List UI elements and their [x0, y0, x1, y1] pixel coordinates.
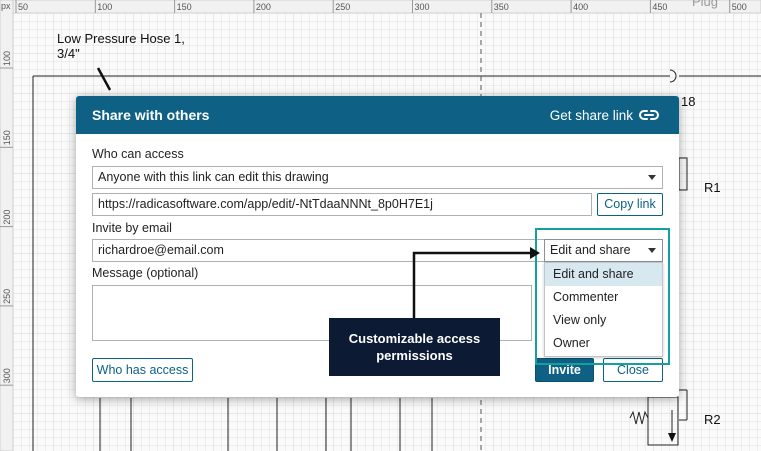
permission-select[interactable]: Edit and share	[544, 239, 663, 262]
invite-by-email-label: Invite by email	[92, 221, 172, 235]
message-label: Message (optional)	[92, 266, 199, 280]
hose-label-line2: 3/4"	[57, 46, 80, 61]
invite-button[interactable]: Invite	[535, 358, 594, 382]
ruler-tick-label: 350	[494, 2, 509, 12]
callout-text-line1: Customizable access	[348, 331, 481, 346]
hose-label-line1: Low Pressure Hose 1,	[57, 31, 185, 46]
label-18: 18	[681, 94, 695, 109]
email-field[interactable]: richardroe@email.com	[92, 239, 547, 262]
permission-option-owner[interactable]: Owner	[545, 332, 662, 355]
dialog-title: Share with others	[92, 107, 210, 123]
who-has-access-button[interactable]: Who has access	[92, 358, 193, 382]
ruler-tick-label: 100	[97, 2, 112, 12]
ruler-unit: px	[1, 1, 11, 11]
permission-option-view-only[interactable]: View only	[545, 309, 662, 332]
ruler-tick-label: 150	[177, 2, 192, 12]
ruler-tick-label: 200	[2, 210, 12, 225]
ruler-tick-label: 300	[415, 2, 430, 12]
permission-select-value: Edit and share	[550, 243, 631, 257]
callout-text-line2: permissions	[376, 348, 453, 363]
ruler-tick-label: 250	[335, 2, 350, 12]
permission-option-edit-and-share[interactable]: Edit and share	[545, 263, 662, 286]
close-button[interactable]: Close	[603, 358, 663, 382]
access-select-value: Anyone with this link can edit this draw…	[98, 170, 329, 184]
share-link-url: https://radicasoftware.com/app/edit/-NtT…	[98, 197, 433, 211]
link-icon	[639, 108, 659, 122]
ruler-tick-label: 200	[256, 2, 271, 12]
ruler-tick-label: 150	[2, 130, 12, 145]
label-plug: Plug	[692, 0, 718, 9]
email-value: richardroe@email.com	[98, 243, 224, 257]
ruler-tick-label: 250	[2, 289, 12, 304]
share-link-field[interactable]: https://radicasoftware.com/app/edit/-NtT…	[92, 193, 592, 216]
dialog-header: Share with others Get share link	[76, 96, 679, 134]
ruler-tick-label: 50	[18, 2, 28, 12]
access-select[interactable]: Anyone with this link can edit this draw…	[92, 166, 663, 189]
callout-box: Customizable access permissions	[329, 318, 500, 376]
permission-dropdown-menu: Edit and share Commenter View only Owner	[544, 262, 663, 357]
get-share-link-label: Get share link	[549, 107, 633, 123]
ruler-tick-label: 300	[2, 368, 12, 383]
label-r1: R1	[704, 180, 721, 195]
permission-option-commenter[interactable]: Commenter	[545, 286, 662, 309]
chevron-down-icon	[648, 175, 656, 180]
ruler-tick-label: 400	[573, 2, 588, 12]
label-r2: R2	[704, 412, 721, 427]
chevron-down-icon	[648, 248, 656, 253]
ruler-tick-label: 450	[652, 2, 667, 12]
ruler-tick-label: 500	[732, 2, 747, 12]
copy-link-button[interactable]: Copy link	[597, 193, 663, 216]
who-can-access-label: Who can access	[92, 147, 184, 161]
ruler-tick-label: 100	[2, 51, 12, 66]
get-share-link-button[interactable]: Get share link	[550, 108, 659, 123]
